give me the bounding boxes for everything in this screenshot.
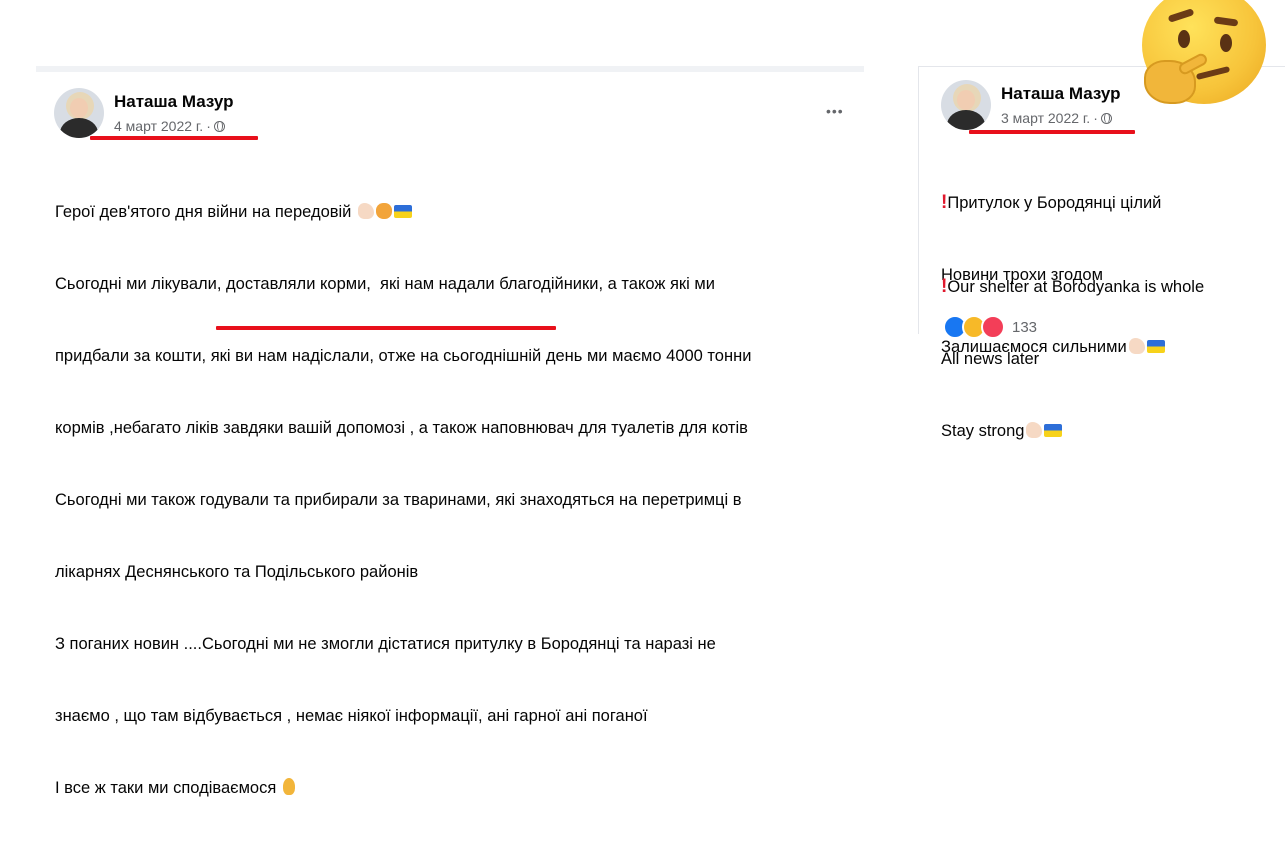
author-avatar[interactable] bbox=[941, 80, 991, 130]
post-line: !Our shelter at Borodyanka is whole bbox=[941, 276, 1205, 297]
thinking-face-emoji bbox=[1140, 0, 1275, 110]
love-reaction-icon bbox=[981, 315, 1005, 339]
post-body: Герої дев'ятого дня війни на передовій С… bbox=[55, 152, 751, 848]
post-line: Сьогодні ми лікували, доставляли корми, … bbox=[55, 275, 715, 293]
meta-separator: · bbox=[206, 118, 211, 134]
post-timestamp[interactable]: 3 март 2022 г. · bbox=[1001, 110, 1112, 126]
flexed-arm-emoji bbox=[1026, 422, 1043, 438]
ukraine-flag-emoji bbox=[393, 205, 412, 218]
text-highlight-underline bbox=[216, 326, 556, 330]
post-line: лікарнях Деснянського та Подільського ра… bbox=[55, 563, 419, 581]
crossed-fingers-emoji bbox=[282, 778, 295, 795]
globe-icon bbox=[213, 120, 225, 132]
post-line: знаємо , що там відбувається , немає нія… bbox=[55, 707, 648, 725]
date-highlight-underline bbox=[90, 136, 258, 140]
author-avatar[interactable] bbox=[54, 88, 104, 138]
post-line: All news later bbox=[941, 350, 1040, 368]
post-line: !Притулок у Бородянці цілий bbox=[941, 192, 1162, 213]
post-timestamp[interactable]: 4 март 2022 г. · bbox=[114, 118, 225, 134]
globe-icon bbox=[1100, 112, 1112, 124]
author-name[interactable]: Наташа Мазур bbox=[114, 92, 234, 112]
post-line: Stay strong bbox=[941, 419, 1204, 443]
post-line: І все ж таки ми сподіваємося bbox=[55, 776, 751, 800]
reaction-count[interactable]: 133 bbox=[1012, 319, 1037, 336]
more-options-icon[interactable]: ••• bbox=[826, 104, 844, 118]
ukraine-flag-emoji bbox=[1044, 424, 1063, 437]
post-line: придбали за кошти, які ви нам надіслали,… bbox=[55, 347, 752, 365]
meta-separator: · bbox=[1093, 110, 1098, 126]
post-line: кормів ,небагато ліків завдяки вашій доп… bbox=[55, 419, 748, 437]
post-date[interactable]: 4 март 2022 г. bbox=[114, 118, 203, 134]
post-body-english: !Our shelter at Borodyanka is whole All … bbox=[941, 227, 1204, 491]
reaction-summary[interactable]: 133 bbox=[943, 315, 1037, 339]
author-name[interactable]: Наташа Мазур bbox=[1001, 84, 1121, 104]
flexed-arm-emoji bbox=[357, 203, 374, 219]
post-date[interactable]: 3 март 2022 г. bbox=[1001, 110, 1090, 126]
date-highlight-underline bbox=[969, 130, 1135, 134]
post-line: З поганих новин ....Сьогодні ми не змогл… bbox=[55, 635, 716, 653]
raised-fist-emoji bbox=[375, 203, 392, 219]
post-line: Герої дев'ятого дня війни на передовій bbox=[55, 200, 751, 224]
left-facebook-post: Наташа Мазур 4 март 2022 г. · ••• Герої … bbox=[36, 66, 864, 797]
post-line: Сьогодні ми також годували та прибирали … bbox=[55, 491, 742, 509]
